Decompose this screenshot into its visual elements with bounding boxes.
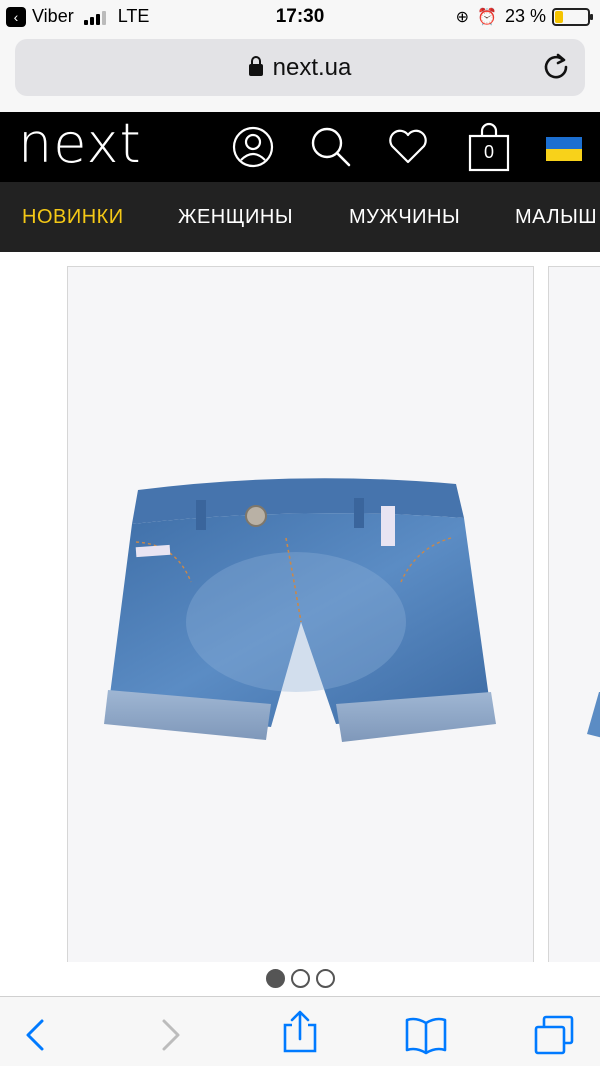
lock-icon xyxy=(248,56,263,76)
nav-item-women[interactable]: ЖЕНЩИНЫ xyxy=(178,206,293,229)
account-icon[interactable] xyxy=(230,124,276,170)
url-text: next.ua xyxy=(272,54,352,81)
share-icon[interactable] xyxy=(278,1009,322,1055)
product-image-card[interactable] xyxy=(67,266,534,962)
search-icon[interactable] xyxy=(307,124,353,170)
product-image-gallery[interactable] xyxy=(0,252,600,962)
nav-item-baby[interactable]: МАЛЫШ xyxy=(515,206,597,229)
next-logo[interactable]: next xyxy=(18,114,142,174)
status-bar: ‹ Viber LTE 17:30 ⊕ ⏰ 23 % xyxy=(0,0,600,34)
bag-count: 0 xyxy=(483,142,494,162)
pagination-dot-3[interactable] xyxy=(315,969,335,988)
next-image-fragment xyxy=(587,692,600,738)
status-right: ⊕ ⏰ 23 % xyxy=(455,6,593,27)
orientation-lock-icon: ⊕ xyxy=(455,8,470,26)
wishlist-heart-icon[interactable] xyxy=(385,124,431,170)
category-nav: НОВИНКИ ЖЕНЩИНЫ МУЖЧИНЫ МАЛЫШ xyxy=(0,182,600,252)
pagination-dot-1[interactable] xyxy=(265,969,285,988)
site-header: next 0 xyxy=(0,112,600,182)
forward-arrow-icon[interactable] xyxy=(148,1015,192,1055)
pagination-dot-2[interactable] xyxy=(290,969,310,988)
nav-item-men[interactable]: МУЖЧИНЫ xyxy=(349,206,460,229)
reload-icon[interactable] xyxy=(541,51,571,81)
address-bar[interactable]: next.ua xyxy=(15,39,585,96)
browser-toolbar xyxy=(0,996,600,1066)
bookmarks-book-icon[interactable] xyxy=(404,1015,448,1055)
browser-address-area: next.ua xyxy=(0,34,600,112)
tabs-icon[interactable] xyxy=(532,1015,576,1055)
next-product-image-peek[interactable] xyxy=(548,266,600,962)
shopping-bag[interactable]: 0 xyxy=(467,122,511,172)
battery-percent: 23 % xyxy=(504,6,546,26)
denim-shorts-image xyxy=(104,478,496,742)
ukraine-flag-icon[interactable] xyxy=(546,137,582,161)
mobile-page: ‹ Viber LTE 17:30 ⊕ ⏰ 23 % next.ua next … xyxy=(0,0,600,1066)
alarm-icon: ⏰ xyxy=(477,8,497,26)
back-arrow-icon[interactable] xyxy=(14,1015,58,1055)
nav-item-new[interactable]: НОВИНКИ xyxy=(22,206,124,229)
battery-icon xyxy=(552,7,593,26)
gallery-pagination xyxy=(0,962,600,996)
